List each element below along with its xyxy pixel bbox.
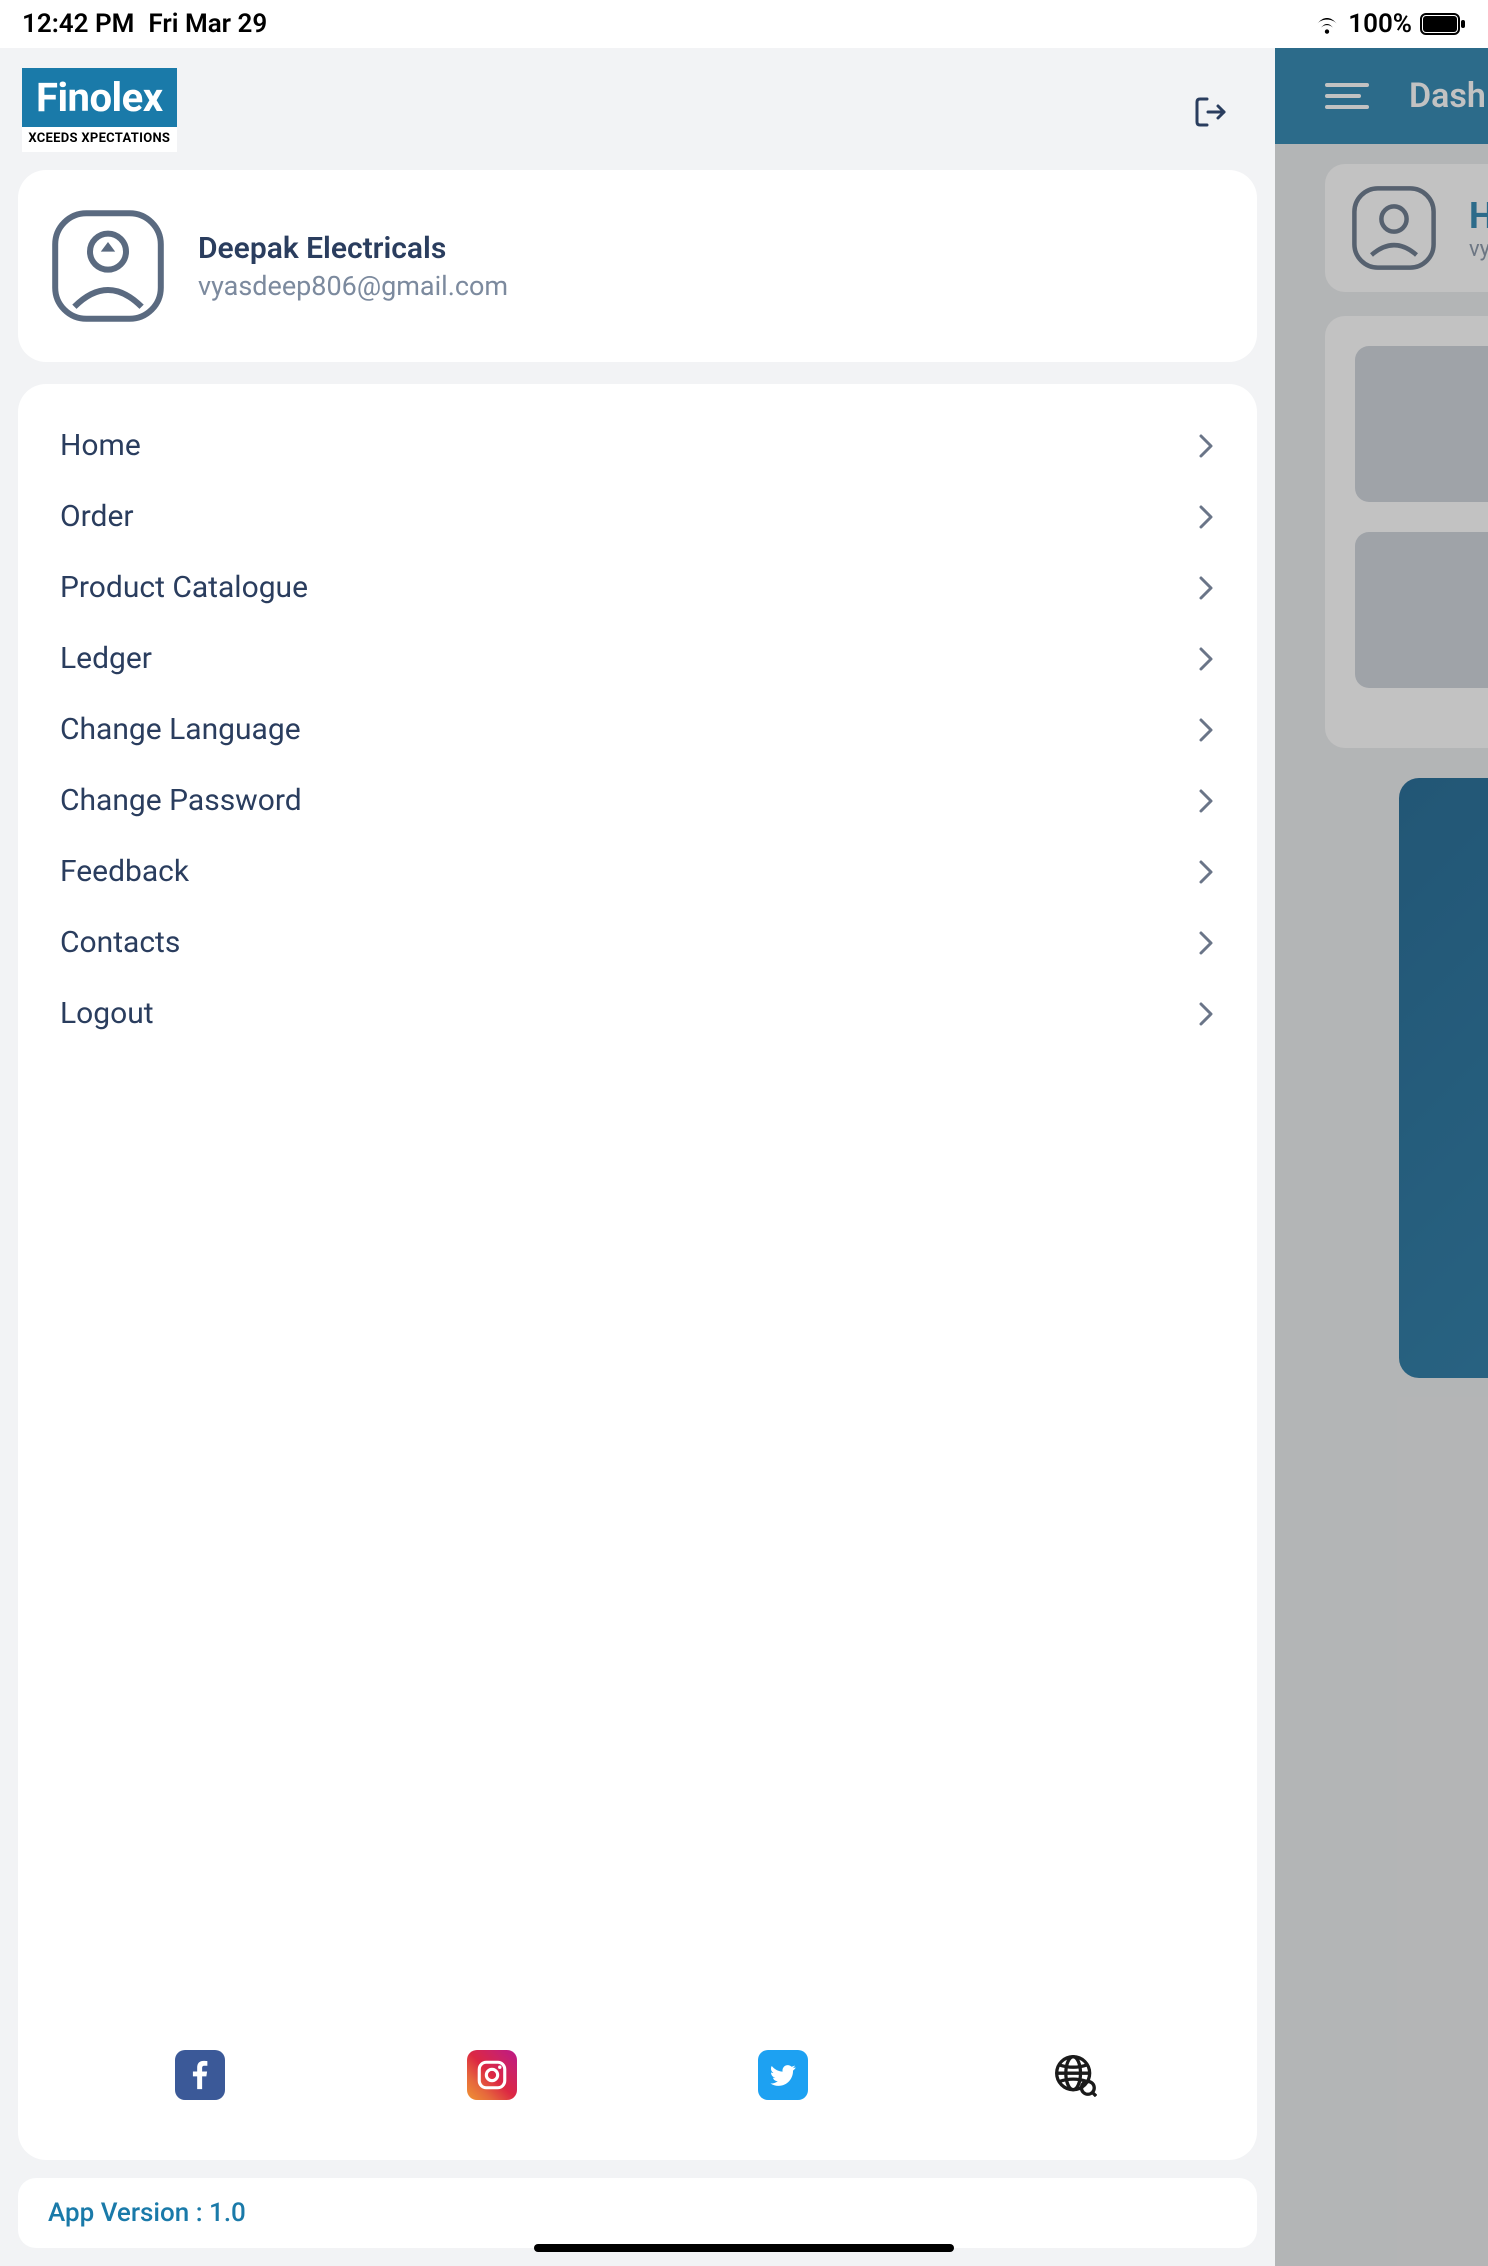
status-left: 12:42 PM Fri Mar 29 xyxy=(22,9,267,39)
navigation-drawer: Finolex XCEEDS XPECTATIONS Deepak Electr… xyxy=(0,48,1275,2266)
menu-label: Feedback xyxy=(60,854,189,889)
menu-card: Home Order Product Catalogue Ledger Chan… xyxy=(18,384,1257,2160)
chevron-right-icon xyxy=(1197,716,1215,744)
user-info: Deepak Electricals vyasdeep806@gmail.com xyxy=(198,231,508,302)
drawer-header: Finolex XCEEDS XPECTATIONS xyxy=(18,66,1257,162)
menu-item-logout[interactable]: Logout xyxy=(54,978,1221,1049)
avatar-icon xyxy=(1349,183,1439,273)
dashboard-stats-card xyxy=(1325,316,1488,748)
menu-label: Contacts xyxy=(60,925,180,960)
menu-item-feedback[interactable]: Feedback xyxy=(54,836,1221,907)
dashboard-user-card: Hi vya xyxy=(1325,164,1488,292)
menu-label: Ledger xyxy=(60,641,152,676)
brand-name: Finolex xyxy=(22,68,177,127)
dashboard-email-preview: vya xyxy=(1469,237,1488,262)
menu-label: Logout xyxy=(60,996,154,1031)
home-indicator[interactable] xyxy=(534,2244,954,2252)
menu-label: Order xyxy=(60,499,134,534)
chevron-right-icon xyxy=(1197,1000,1215,1028)
chevron-right-icon xyxy=(1197,574,1215,602)
facebook-icon[interactable] xyxy=(175,2050,225,2100)
status-time: 12:42 PM xyxy=(22,9,134,39)
instagram-icon[interactable] xyxy=(467,2050,517,2100)
avatar-icon xyxy=(48,206,168,326)
chevron-right-icon xyxy=(1197,645,1215,673)
menu-item-order[interactable]: Order xyxy=(54,481,1221,552)
globe-icon[interactable] xyxy=(1050,2050,1100,2100)
chevron-right-icon xyxy=(1197,787,1215,815)
battery-icon xyxy=(1420,13,1466,35)
chevron-right-icon xyxy=(1197,432,1215,460)
version-bar: App Version : 1.0 xyxy=(18,2178,1257,2248)
user-name: Deepak Electricals xyxy=(198,231,508,266)
dashboard-greeting: Hi xyxy=(1469,195,1488,237)
brand-logo: Finolex XCEEDS XPECTATIONS xyxy=(22,68,177,152)
status-bar: 12:42 PM Fri Mar 29 100% xyxy=(0,0,1488,48)
close-drawer-icon[interactable] xyxy=(1193,94,1229,130)
menu-label: Home xyxy=(60,428,141,463)
dashboard-title: Dash xyxy=(1409,76,1486,116)
dashboard-background: Dash Hi vya xyxy=(1275,48,1488,2266)
chevron-right-icon xyxy=(1197,858,1215,886)
menu-item-change-language[interactable]: Change Language xyxy=(54,694,1221,765)
brand-tagline: XCEEDS XPECTATIONS xyxy=(22,127,177,146)
twitter-icon[interactable] xyxy=(758,2050,808,2100)
stat-box xyxy=(1355,346,1488,502)
stat-box xyxy=(1355,532,1488,688)
social-links-row xyxy=(54,2030,1221,2134)
version-text: App Version : 1.0 xyxy=(48,2198,246,2228)
user-profile-card[interactable]: Deepak Electricals vyasdeep806@gmail.com xyxy=(18,170,1257,362)
menu-list: Home Order Product Catalogue Ledger Chan… xyxy=(54,410,1221,2030)
user-email: vyasdeep806@gmail.com xyxy=(198,270,508,302)
hamburger-icon[interactable] xyxy=(1325,81,1369,111)
menu-item-home[interactable]: Home xyxy=(54,410,1221,481)
chevron-right-icon xyxy=(1197,929,1215,957)
dashboard-body: Hi vya xyxy=(1275,144,1488,1378)
menu-label: Product Catalogue xyxy=(60,570,308,605)
status-date: Fri Mar 29 xyxy=(148,9,267,39)
menu-item-contacts[interactable]: Contacts xyxy=(54,907,1221,978)
dashboard-banner xyxy=(1399,778,1488,1378)
menu-item-change-password[interactable]: Change Password xyxy=(54,765,1221,836)
dashboard-header: Dash xyxy=(1275,48,1488,144)
menu-item-ledger[interactable]: Ledger xyxy=(54,623,1221,694)
menu-item-product-catalogue[interactable]: Product Catalogue xyxy=(54,552,1221,623)
status-right: 100% xyxy=(1314,9,1466,39)
menu-label: Change Password xyxy=(60,783,302,818)
menu-label: Change Language xyxy=(60,712,301,747)
chevron-right-icon xyxy=(1197,503,1215,531)
wifi-icon xyxy=(1314,14,1340,34)
battery-percent: 100% xyxy=(1348,9,1412,39)
